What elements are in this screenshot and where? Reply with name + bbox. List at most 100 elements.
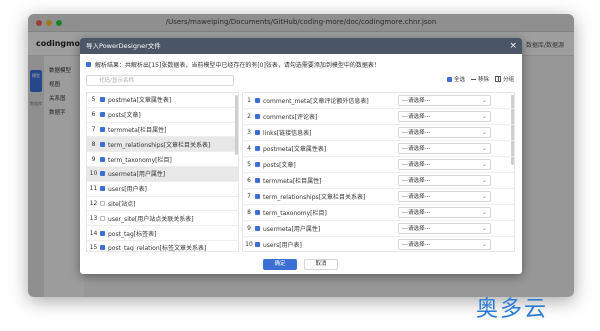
table-name: post_tag[标签表]: [108, 230, 157, 238]
select-value: ---请选择---: [402, 114, 431, 120]
mapping-row[interactable]: 7 term_relationships[文章栏目关系表] ---请选择--- ⌄: [243, 189, 514, 205]
table-row[interactable]: 11 users[用户表]: [87, 182, 238, 197]
group-label: 分组: [502, 77, 514, 83]
row-checkbox[interactable]: [255, 242, 260, 247]
row-checkbox[interactable]: [100, 126, 105, 132]
row-number: 9: [247, 225, 251, 232]
mapping-row[interactable]: 2 comments[评论表] ---请选择--- ⌄: [243, 109, 514, 125]
row-checkbox[interactable]: [255, 210, 260, 215]
row-checkbox[interactable]: [100, 141, 105, 147]
row-checkbox[interactable]: [100, 156, 105, 162]
target-table-select[interactable]: ---请选择--- ⌄: [398, 191, 491, 202]
chevron-down-icon: ⌄: [481, 177, 487, 184]
row-number: 15: [89, 244, 98, 252]
row-checkbox[interactable]: [100, 215, 105, 221]
row-checkbox[interactable]: [100, 245, 105, 251]
row-number: 12: [89, 199, 98, 207]
row-number: 6: [247, 177, 251, 184]
row-checkbox[interactable]: [255, 130, 260, 135]
mapping-row[interactable]: 4 postmeta[文章属性表] ---请选择--- ⌄: [243, 141, 514, 157]
select-all-toggle[interactable]: 全选: [446, 75, 465, 83]
table-row[interactable]: 13 user_site[用户站点关联关系表]: [87, 211, 238, 227]
row-checkbox[interactable]: [255, 146, 260, 151]
row-number: 10: [245, 241, 253, 248]
target-table-select[interactable]: ---请选择--- ⌄: [398, 239, 491, 250]
mapping-row[interactable]: 1 comment_meta[文章评论额外信息表] ---请选择--- ⌄: [243, 93, 514, 109]
table-name: users[用户表]: [108, 186, 147, 194]
dialog-titlebar: 导入PowerDesigner文件 ×: [80, 38, 522, 54]
select-value: ---请选择---: [402, 226, 431, 232]
row-number: 10: [89, 170, 98, 178]
target-table-select[interactable]: ---请选择--- ⌄: [398, 159, 491, 170]
remove-label: 移除: [477, 77, 489, 83]
table-name: comment_meta[文章评论额外信息表]: [263, 98, 369, 105]
remove-button[interactable]: 移除: [470, 75, 489, 83]
row-checkbox[interactable]: [255, 194, 260, 199]
mapping-row[interactable]: 5 posts[文章] ---请选择--- ⌄: [243, 157, 514, 173]
info-icon: [86, 62, 91, 67]
table-name: term_taxonomy[栏目]: [263, 210, 327, 217]
row-checkbox[interactable]: [255, 98, 260, 103]
row-checkbox[interactable]: [100, 112, 105, 118]
target-table-select[interactable]: ---请选择--- ⌄: [398, 143, 491, 154]
target-table-select[interactable]: ---请选择--- ⌄: [398, 175, 491, 186]
table-row[interactable]: 9 term_taxonomy[栏目]: [87, 152, 238, 167]
chevron-down-icon: ⌄: [481, 129, 487, 136]
row-checkbox[interactable]: [100, 171, 105, 177]
confirm-button[interactable]: 确定: [263, 259, 297, 270]
table-name: postmeta[文章属性表]: [263, 146, 327, 153]
search-input[interactable]: [86, 75, 234, 86]
target-table-select[interactable]: ---请选择--- ⌄: [398, 127, 491, 138]
table-row[interactable]: 7 termmeta[栏目属性]: [87, 123, 238, 138]
table-list-scrollbar[interactable]: [235, 95, 238, 155]
chevron-down-icon: ⌄: [481, 193, 487, 200]
split-icon: [494, 76, 501, 82]
chevron-down-icon: ⌄: [481, 97, 487, 104]
table-name: usermeta[用户属性]: [108, 171, 166, 179]
cancel-button[interactable]: 取消: [304, 259, 338, 270]
table-row[interactable]: 12 site[站点]: [87, 197, 238, 212]
row-checkbox[interactable]: [255, 178, 260, 183]
table-list[interactable]: 5 postmeta[文章属性表] 6 posts[文章] 7 termmeta[栏目属性…: [86, 92, 239, 252]
chevron-down-icon: ⌄: [481, 209, 487, 216]
target-table-select[interactable]: ---请选择--- ⌄: [398, 95, 491, 106]
mapping-list[interactable]: 1 comment_meta[文章评论额外信息表] ---请选择--- ⌄ 2 comme…: [242, 92, 515, 252]
row-number: 1: [247, 97, 251, 104]
row-number: 3: [247, 129, 251, 136]
chevron-down-icon: ⌄: [481, 225, 487, 232]
parse-result-text: 解析结果：共解析出[15]张数据表，当前模型中已经存在的有[0]张表，请勾选需要…: [95, 62, 380, 69]
close-icon[interactable]: ×: [509, 38, 517, 54]
table-row[interactable]: 14 post_tag[标签表]: [87, 226, 238, 241]
row-checkbox[interactable]: [100, 186, 105, 192]
row-number: 8: [247, 209, 251, 216]
mapping-row[interactable]: 10 users[用户表] ---请选择--- ⌄: [243, 237, 514, 251]
row-checkbox[interactable]: [100, 230, 105, 236]
select-all-label: 全选: [453, 77, 465, 83]
row-checkbox[interactable]: [100, 97, 105, 103]
table-row[interactable]: 6 posts[文章]: [87, 108, 238, 123]
target-table-select[interactable]: ---请选择--- ⌄: [398, 111, 491, 122]
row-checkbox[interactable]: [255, 226, 260, 231]
target-table-select[interactable]: ---请选择--- ⌄: [398, 223, 491, 234]
mapping-row[interactable]: 6 termmeta[栏目属性] ---请选择--- ⌄: [243, 173, 514, 189]
row-number: 5: [247, 161, 251, 168]
table-name: postmeta[文章属性表]: [108, 97, 172, 105]
mapping-row[interactable]: 8 term_taxonomy[栏目] ---请选择--- ⌄: [243, 205, 514, 221]
select-value: ---请选择---: [402, 98, 431, 104]
group-button[interactable]: 分组: [494, 75, 514, 83]
table-name: user_site[用户站点关联关系表]: [108, 215, 194, 223]
target-table-select[interactable]: ---请选择--- ⌄: [398, 207, 491, 218]
mapping-row[interactable]: 9 usermeta[用户属性] ---请选择--- ⌄: [243, 221, 514, 237]
select-value: ---请选择---: [402, 210, 431, 216]
table-row[interactable]: 5 postmeta[文章属性表]: [87, 93, 238, 108]
table-row[interactable]: 10 usermeta[用户属性]: [87, 166, 238, 182]
select-value: ---请选择---: [402, 194, 431, 200]
row-checkbox[interactable]: [100, 200, 105, 206]
mapping-row[interactable]: 3 links[链接信息表] ---请选择--- ⌄: [243, 125, 514, 141]
select-value: ---请选择---: [402, 178, 431, 184]
row-checkbox[interactable]: [255, 114, 260, 119]
table-row[interactable]: 15 post_tag_relation[标签文章关系表]: [87, 241, 238, 252]
dialog-title: 导入PowerDesigner文件: [86, 42, 161, 50]
row-checkbox[interactable]: [255, 162, 260, 167]
table-row[interactable]: 8 term_relationships[文章栏目关系表]: [87, 137, 238, 153]
